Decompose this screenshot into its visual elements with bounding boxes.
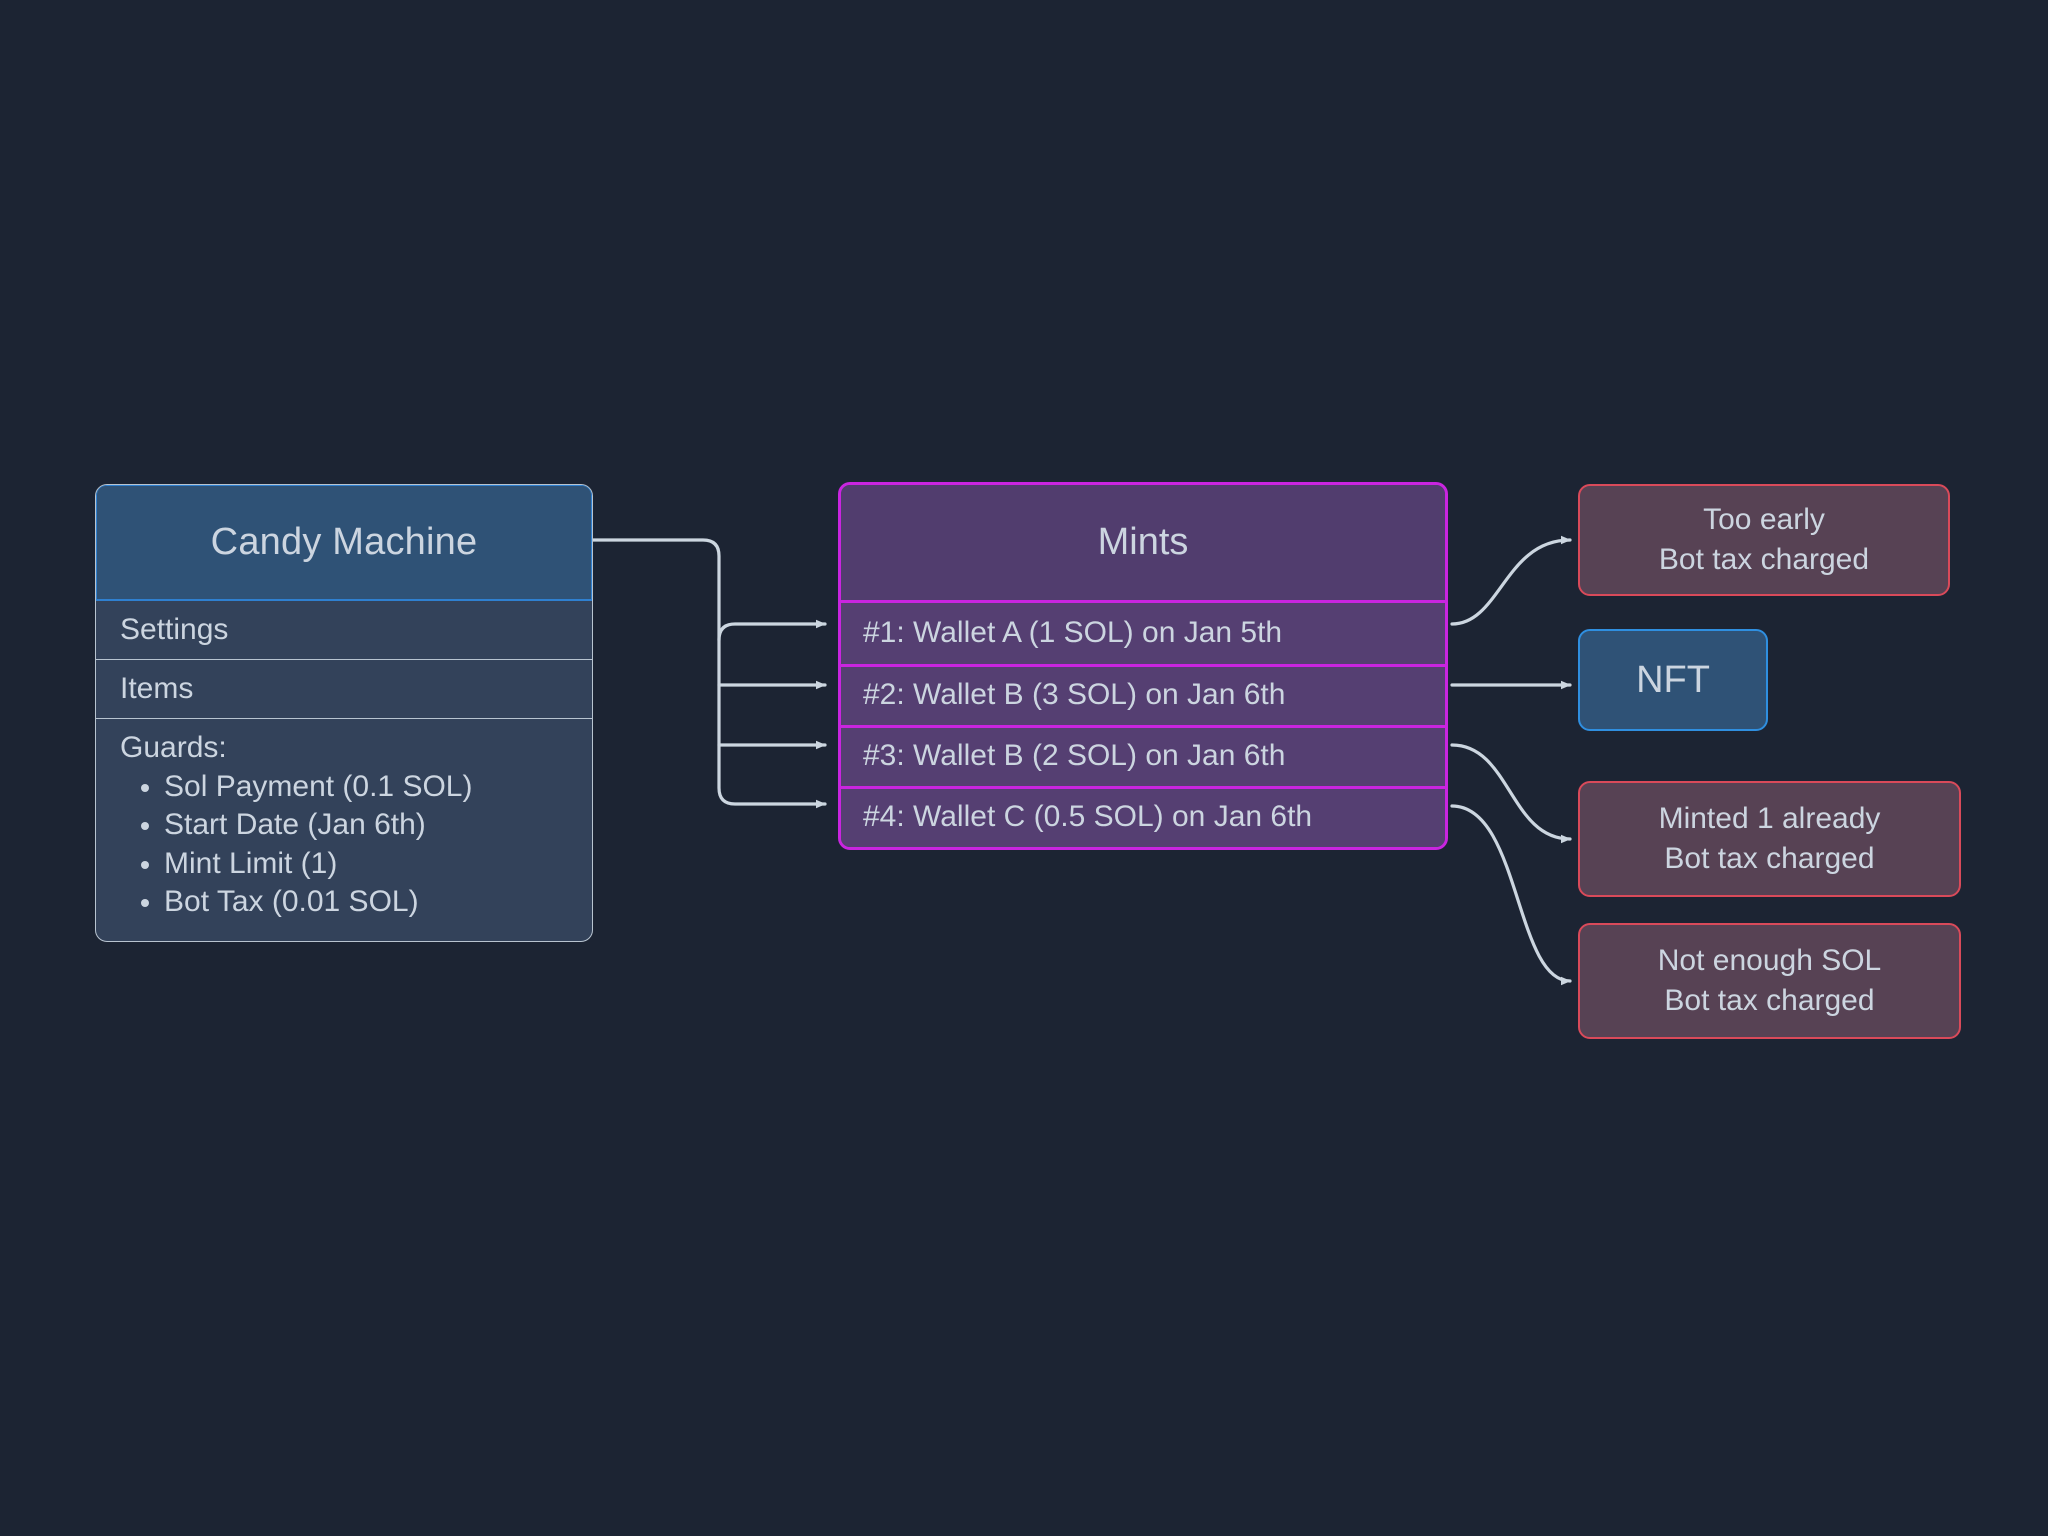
edge-candy-machine-trunk [591,538,827,809]
candy-machine-row-items-label: Items [120,672,194,705]
result-minted-already-line2: Bot tax charged [1664,842,1875,875]
guard-item: Start Date (Jan 6th) [164,807,592,842]
guard-item: Bot Tax (0.01 SOL) [164,884,592,919]
result-nft-label: NFT [1636,658,1710,701]
mint-row-2-label: #2: Wallet B (3 SOL) on Jan 6th [863,678,1286,711]
edge-mint-4-not-enough-sol [1450,804,1572,986]
guard-item: Sol Payment (0.1 SOL) [164,769,592,804]
mint-row-4-label: #4: Wallet C (0.5 SOL) on Jan 6th [863,800,1313,833]
result-too-early-line2: Bot tax charged [1658,543,1870,576]
result-not-enough-sol-line1: Not enough SOL [1657,943,1882,977]
mint-row-2[interactable]: #2: Wallet B (3 SOL) on Jan 6th [841,664,1445,725]
diagram-canvas: Candy Machine Settings Items Guards: Sol… [0,0,2048,1536]
result-too-early-line1: Too early [1703,502,1825,536]
candy-machine-row-settings-label: Settings [120,613,229,646]
edge-mint-3-minted-already [1450,743,1572,844]
guards-label: Guards: [120,731,227,764]
mint-row-1[interactable]: #1: Wallet A (1 SOL) on Jan 5th [841,603,1445,664]
mints-title: Mints [1097,521,1189,563]
mints-header: Mints [841,485,1445,603]
edge-trunk-mint-1 [717,619,827,642]
result-too-early[interactable]: Too early Bot tax charged [1578,484,1950,596]
candy-machine-title: Candy Machine [210,521,478,563]
candy-machine-header: Candy Machine [96,484,592,601]
candy-machine-node[interactable]: Candy Machine Settings Items Guards: Sol… [95,484,593,942]
result-nft[interactable]: NFT [1578,629,1768,731]
result-not-enough-sol[interactable]: Not enough SOL Bot tax charged [1578,923,1961,1039]
candy-machine-guards-section: Guards: Sol Payment (0.1 SOL) Start Date… [96,718,592,941]
mints-node[interactable]: Mints #1: Wallet A (1 SOL) on Jan 5th #2… [838,482,1448,850]
mint-row-1-label: #1: Wallet A (1 SOL) on Jan 5th [863,615,1283,649]
mint-row-3-label: #3: Wallet B (2 SOL) on Jan 6th [863,739,1286,772]
edge-mint-1-too-early [1450,535,1572,626]
mint-row-3[interactable]: #3: Wallet B (2 SOL) on Jan 6th [841,725,1445,786]
result-minted-already[interactable]: Minted 1 already Bot tax charged [1578,781,1961,897]
candy-machine-row-items[interactable]: Items [96,659,592,718]
guard-item: Mint Limit (1) [164,846,592,881]
candy-machine-row-settings[interactable]: Settings [96,601,592,659]
result-minted-already-line1: Minted 1 already [1658,801,1881,835]
result-not-enough-sol-line2: Bot tax charged [1664,984,1875,1017]
guards-list: Sol Payment (0.1 SOL) Start Date (Jan 6t… [120,769,592,920]
mint-row-4[interactable]: #4: Wallet C (0.5 SOL) on Jan 6th [841,786,1445,847]
